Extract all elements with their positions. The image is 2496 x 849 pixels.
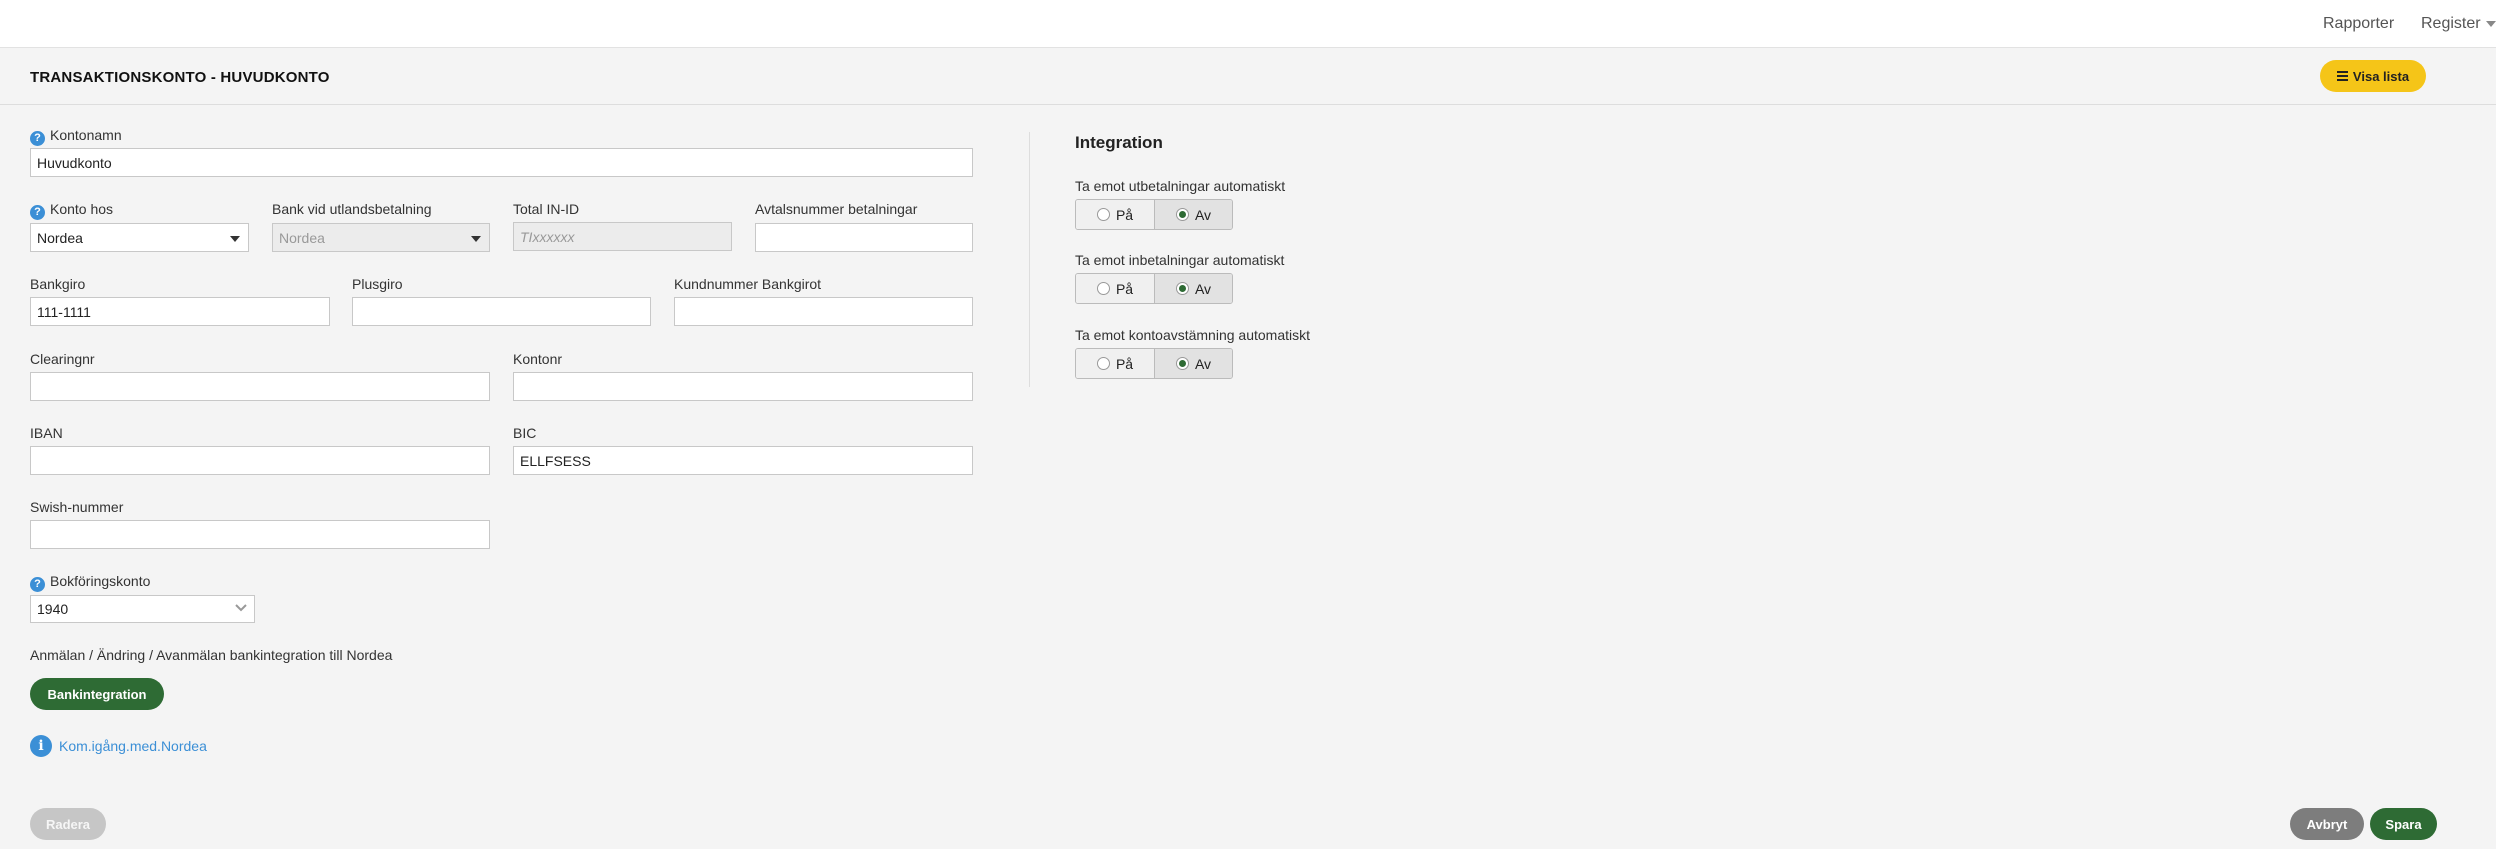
radio-av-label: Av [1194,355,1212,372]
kontonr-input[interactable] [513,372,973,401]
kontonamn-input[interactable]: Huvudkonto [30,148,973,177]
top-navbar: Rapporter Register [0,0,2496,48]
radio-circle-icon [1096,208,1110,221]
help-icon[interactable]: ? [30,204,45,220]
visa-lista-button[interactable]: Visa lista [2320,60,2426,92]
kom-igang-label: Kom.igång.med.Nordea [59,738,207,754]
utbetalningar-label: Ta emot utbetalningar automatiskt [1075,178,1286,194]
bankintegration-button[interactable]: Bankintegration [30,678,164,710]
radio-pa[interactable]: På [1076,349,1154,378]
radio-circle-icon [1096,282,1110,295]
nav-register-label: Register [2421,15,2481,32]
radio-av[interactable]: Av [1154,274,1232,303]
kontonamn-label-text: Kontonamn [50,127,122,143]
caret-down-icon [230,236,240,242]
info-icon: i [30,735,52,757]
radio-pa-label: På [1115,206,1134,223]
integration-title: Integration [1075,133,1163,152]
visa-lista-label: Visa lista [2352,68,2410,84]
radio-pa[interactable]: På [1076,274,1154,303]
spara-button[interactable]: Spara [2370,808,2437,840]
bank-utland-value: Nordea [279,230,325,246]
column-divider [1029,132,1030,387]
clearingnr-label: Clearingnr [30,351,95,367]
plusgiro-input[interactable] [352,297,651,326]
radio-circle-icon [1175,208,1189,221]
iban-label: IBAN [30,425,63,441]
nav-rapporter[interactable]: Rapporter [2323,15,2394,33]
kontonamn-label: ? Kontonamn [30,127,122,146]
bank-utland-select: Nordea [272,223,490,252]
kontonr-label: Kontonr [513,351,563,367]
avbryt-button[interactable]: Avbryt [2290,808,2364,840]
iban-input[interactable] [30,446,490,475]
swish-input[interactable] [30,520,490,549]
radio-av-label: Av [1194,280,1212,297]
utbetalningar-radio-group: På Av [1075,199,1233,230]
kundnummer-label: Kundnummer Bankgirot [674,276,822,292]
kundnummer-input[interactable] [674,297,973,326]
radio-circle-icon [1175,357,1189,370]
plusgiro-label: Plusgiro [352,276,403,292]
list-icon [2336,71,2348,81]
radio-av[interactable]: Av [1154,200,1232,229]
radio-av[interactable]: Av [1154,349,1232,378]
konto-hos-select[interactable]: Nordea [30,223,249,252]
page-title: TRANSAKTIONSKONTO - HUVUDKONTO [30,69,330,86]
bic-label: BIC [513,425,537,441]
kontoavstamning-label: Ta emot kontoavstämning automatiskt [1075,327,1311,343]
radio-pa[interactable]: På [1076,200,1154,229]
avtalsnummer-input[interactable] [755,223,973,252]
inbetalningar-label: Ta emot inbetalningar automatiskt [1075,252,1285,268]
kom-igang-link[interactable]: i Kom.igång.med.Nordea [30,735,207,757]
clearingnr-input[interactable] [30,372,490,401]
bankgiro-input[interactable]: 111-1111 [30,297,330,326]
help-icon[interactable]: ? [30,130,45,146]
radera-button: Radera [30,808,106,840]
radio-av-label: Av [1194,206,1212,223]
radio-circle-icon [1175,282,1189,295]
konto-hos-label-text: Konto hos [50,201,114,217]
swish-label: Swish-nummer [30,499,124,515]
radio-circle-icon [1096,357,1110,370]
total-in-id-input: TIxxxxxx [513,222,732,251]
inbetalningar-radio-group: På Av [1075,273,1233,304]
total-in-id-label: Total IN-ID [513,201,580,217]
bokforingskonto-select[interactable]: 1940 [30,595,255,623]
chevron-down-icon [235,604,247,612]
kontoavstamning-radio-group: På Av [1075,348,1233,379]
caret-down-icon [471,236,481,242]
avtalsnummer-label: Avtalsnummer betalningar [755,201,918,217]
radio-pa-label: På [1115,280,1134,297]
radio-pa-label: På [1115,355,1134,372]
konto-hos-label: ? Konto hos [30,201,113,220]
chevron-down-icon [2485,20,2496,27]
help-icon[interactable]: ? [30,576,45,592]
bic-input[interactable]: ELLFSESS [513,446,973,475]
page-header: TRANSAKTIONSKONTO - HUVUDKONTO Visa list… [0,49,2496,105]
bokforingskonto-value: 1940 [37,601,69,617]
bokforingskonto-label-text: Bokföringskonto [50,573,151,589]
bankintegration-text: Anmälan / Ändring / Avanmälan bankintegr… [30,647,393,663]
bokforingskonto-label: ? Bokföringskonto [30,573,150,592]
konto-hos-value: Nordea [37,230,83,246]
bankgiro-label: Bankgiro [30,276,86,292]
bank-utland-label: Bank vid utlandsbetalning [272,201,432,217]
nav-register[interactable]: Register [2421,15,2496,33]
